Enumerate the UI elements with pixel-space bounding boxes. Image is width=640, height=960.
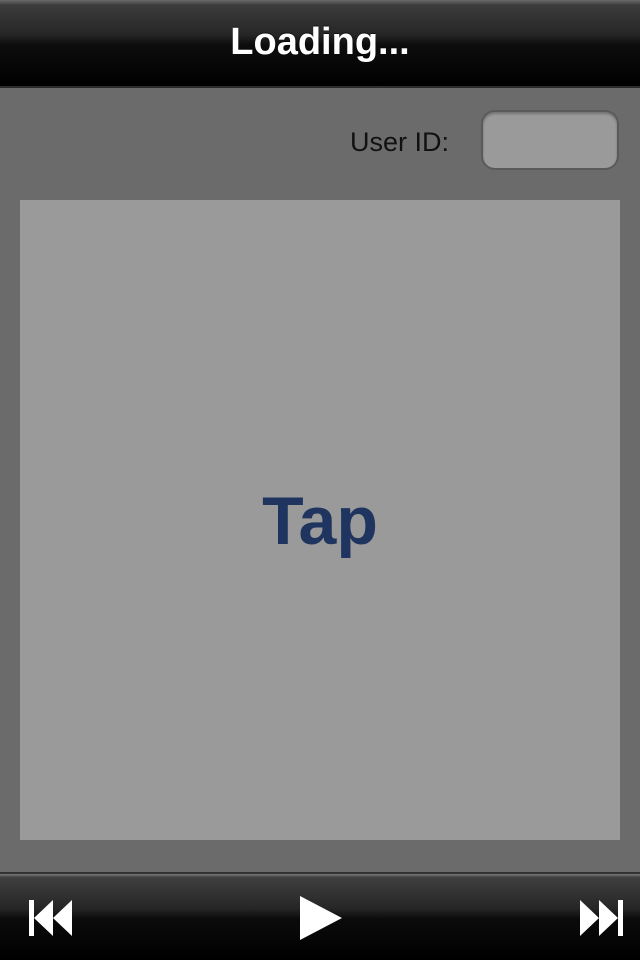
playback-toolbar (0, 872, 640, 960)
tap-label: Tap (262, 483, 378, 559)
page-title: Loading... (230, 21, 410, 63)
skip-forward-icon (580, 900, 623, 936)
tap-area[interactable]: Tap (20, 200, 620, 840)
play-button[interactable] (296, 894, 344, 942)
main-content: User ID: Tap (0, 88, 640, 872)
user-id-label: User ID: (350, 127, 450, 157)
skip-back-icon (29, 900, 72, 936)
user-id-field[interactable] (481, 110, 619, 170)
skip-forward-button[interactable] (578, 896, 624, 940)
navigation-bar: Loading... (0, 0, 640, 88)
skip-back-button[interactable] (28, 896, 74, 940)
play-icon (300, 896, 342, 940)
